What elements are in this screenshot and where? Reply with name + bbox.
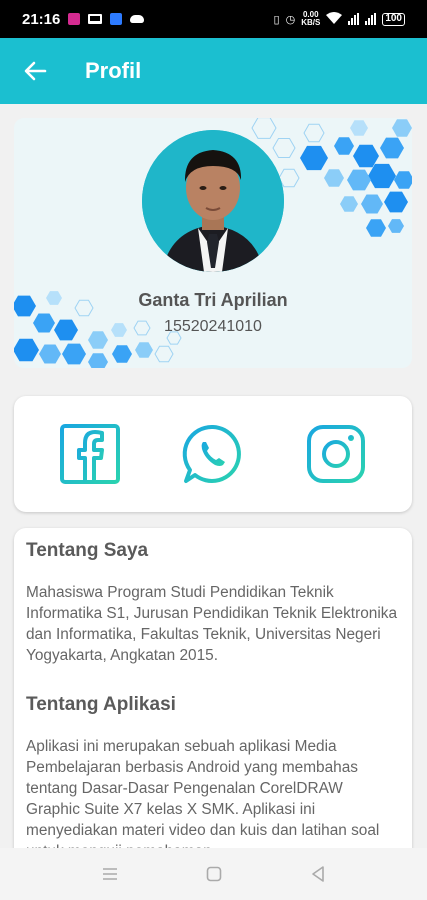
hexagon-decoration — [251, 118, 277, 139]
about-card: Tentang Saya Mahasiswa Program Studi Pen… — [14, 528, 412, 858]
hexagon-decoration — [380, 137, 404, 159]
data-speed: 0.00 KB/S — [301, 11, 320, 27]
hexagon-decoration — [303, 123, 325, 143]
profile-card: Ganta Tri Aprilian 15520241010 — [14, 118, 412, 368]
back-nav-button[interactable] — [306, 862, 330, 886]
hexagon-decoration — [347, 169, 371, 191]
hexagon-decoration — [88, 353, 108, 368]
profile-student-id: 15520241010 — [164, 318, 262, 335]
hexagon-decoration — [112, 345, 132, 363]
facebook-icon — [60, 424, 120, 484]
hexagon-decoration — [388, 219, 404, 233]
menu-button[interactable] — [98, 862, 122, 886]
hexagon-decoration — [350, 120, 368, 136]
instagram-icon — [307, 425, 365, 483]
hexagon-decoration — [300, 145, 328, 171]
instagram-button[interactable] — [304, 422, 368, 486]
signal-icon — [365, 13, 377, 25]
facebook-button[interactable] — [58, 422, 122, 486]
page-title: Profil — [85, 58, 142, 83]
status-time: 21:16 — [22, 10, 61, 28]
hexagon-decoration — [39, 344, 61, 364]
about-app-heading: Tentang Aplikasi — [26, 694, 176, 715]
wifi-icon — [326, 11, 343, 27]
hexagon-decoration — [368, 163, 396, 189]
data-speed-unit: KB/S — [301, 18, 321, 27]
hexagon-decoration — [340, 196, 358, 212]
cloud-icon — [130, 15, 145, 23]
arrow-left-icon — [24, 61, 47, 81]
triangle-back-icon — [311, 866, 324, 882]
vibrate-icon: ▯ — [273, 13, 280, 26]
hexagon-decoration — [366, 219, 386, 237]
hexagon-decoration — [154, 345, 174, 363]
battery-icon: 100 — [382, 12, 405, 26]
hexagon-decoration — [324, 169, 344, 187]
hexagon-decoration — [392, 119, 412, 137]
home-icon — [206, 866, 221, 882]
profile-name: Ganta Tri Aprilian — [138, 290, 288, 310]
signal-icon — [348, 13, 360, 25]
hexagon-decoration — [14, 338, 39, 362]
home-button[interactable] — [202, 862, 226, 886]
hexagon-decoration — [384, 191, 408, 213]
profile-photo — [142, 130, 284, 272]
about-me-text: Mahasiswa Program Studi Pendidikan Tekni… — [26, 584, 397, 664]
notification-app-icon — [68, 13, 81, 25]
whatsapp-button[interactable] — [181, 422, 245, 486]
social-links-card — [14, 396, 412, 512]
about-app-text: Aplikasi ini merupakan sebuah aplikasi M… — [26, 738, 380, 858]
hexagon-decoration — [334, 137, 354, 155]
menu-icon — [102, 868, 117, 880]
about-me-heading: Tentang Saya — [26, 540, 149, 561]
hexagon-decoration — [272, 138, 296, 158]
app-bar: Profil — [0, 38, 427, 104]
hexagon-decoration — [361, 194, 383, 214]
laptop-icon — [88, 14, 103, 24]
hexagon-decoration — [135, 342, 153, 358]
hexagon-decoration — [62, 343, 86, 365]
status-bar: 21:16 ▯ ◷ 0.00 KB/S 100 — [0, 0, 427, 38]
whatsapp-icon — [182, 424, 241, 483]
notification-app-icon — [110, 13, 123, 25]
alarm-icon: ◷ — [285, 13, 296, 26]
system-navigation-bar — [0, 848, 427, 900]
back-button[interactable] — [0, 38, 70, 104]
avatar — [142, 130, 284, 272]
hexagon-decoration — [394, 171, 412, 189]
